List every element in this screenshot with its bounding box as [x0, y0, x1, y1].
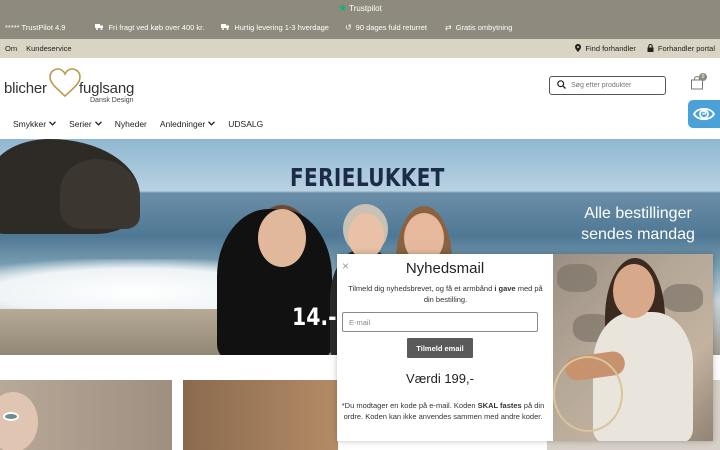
nav-item-nyheder[interactable]: Nyheder	[115, 119, 147, 129]
newsletter-popup: × Nyhedsmail Tilmeld dig nyhedsbrevet, o…	[337, 254, 713, 441]
product-tile[interactable]	[0, 380, 172, 450]
hero-side-text: Alle bestillinger sendes mandag	[581, 205, 695, 243]
usp-exchange: ⇄ Gratis ombytning	[445, 23, 512, 32]
find-dealer-label: Find forhandler	[585, 44, 636, 53]
logo-word-2: fuglsang	[79, 80, 135, 97]
usp-fast-delivery-label: Hurtig levering 1-3 hverdage	[234, 23, 329, 32]
popup-title: Nyhedsmail	[405, 260, 485, 277]
photo-background	[557, 264, 597, 292]
star-icon: ★	[338, 2, 348, 14]
nav-item-udsalg[interactable]: UDSALG	[228, 119, 263, 129]
bracelet-image	[553, 356, 623, 432]
accessibility-button[interactable]	[688, 100, 720, 128]
nav-label: Smykker	[13, 119, 47, 129]
nav-item-serier[interactable]: Serier	[69, 119, 102, 129]
heart-logo-icon	[49, 68, 81, 98]
photo-background	[663, 284, 703, 312]
usp-returns: ↺ 90 dages fuld returret	[345, 23, 427, 32]
hero-title: FERIELUKKET	[290, 163, 445, 192]
utility-bar: Om Kundeservice Find forhandler Forhandl…	[0, 39, 720, 58]
usp-rating: ***** TrustPilot 4.9	[5, 23, 65, 32]
nav-label: Serier	[69, 119, 92, 129]
usp-fast-delivery: Hurtig levering 1-3 hverdage	[221, 23, 329, 32]
return-icon: ↺	[344, 23, 352, 32]
gift-value: Værdi 199,-	[406, 371, 474, 386]
exchange-icon: ⇄	[444, 23, 452, 32]
search-icon	[557, 80, 566, 91]
newsletter-form: × Nyhedsmail Tilmeld dig nyhedsbrevet, o…	[337, 254, 553, 441]
nav-label: UDSALG	[228, 119, 264, 129]
popup-model-photo	[553, 254, 713, 441]
link-customer-service[interactable]: Kundeservice	[26, 44, 71, 53]
fine-print-bold: SKAL fastes	[477, 401, 522, 410]
popup-desc-bold: i gave	[494, 284, 516, 293]
chevron-down-icon	[208, 120, 216, 128]
delivery-truck-icon	[221, 23, 230, 32]
main-nav: Smykker Serier Nyheder Anledninger UDSAL…	[13, 119, 276, 129]
nav-label: Nyheder	[114, 119, 147, 129]
utility-right: Find forhandler Forhandler portal	[564, 43, 715, 54]
logo[interactable]: blicher fuglsang Dansk Design	[4, 66, 144, 108]
usp-returns-label: 90 dages fuld returret	[355, 23, 427, 32]
usp-free-shipping-label: Fri fragt ved køb over 400 kr.	[108, 23, 205, 32]
truck-icon	[95, 23, 104, 32]
logo-word-1: blicher	[4, 80, 47, 97]
trustpilot-label: Trustpilot	[349, 3, 382, 13]
usp-rating-label: ***** TrustPilot 4.9	[5, 23, 66, 32]
nav-label: Anledninger	[159, 119, 206, 129]
fine-print-text: *Du modtager en kode på e-mail. Koden	[341, 401, 478, 410]
subscribe-button[interactable]: Tilmeld email	[407, 338, 473, 358]
location-pin-icon	[575, 43, 582, 54]
nav-item-smykker[interactable]: Smykker	[13, 119, 57, 129]
usp-bar: ***** TrustPilot 4.9 Fri fragt ved køb o…	[0, 16, 720, 39]
dealer-portal-label: Forhandler portal	[657, 44, 715, 53]
utility-links: Om Kundeservice	[5, 44, 81, 53]
find-dealer-link[interactable]: Find forhandler	[575, 43, 636, 54]
cart-button[interactable]: 0	[690, 73, 707, 92]
chevron-down-icon	[49, 120, 57, 128]
product-image-detail	[3, 412, 19, 421]
chevron-down-icon	[94, 120, 102, 128]
usp-free-shipping: Fri fragt ved køb over 400 kr.	[95, 23, 204, 32]
product-tile[interactable]	[183, 380, 338, 450]
email-field[interactable]	[342, 312, 538, 332]
trustpilot-bar[interactable]: ★ Trustpilot	[0, 0, 720, 16]
search-box[interactable]	[549, 76, 666, 95]
product-image	[0, 392, 38, 450]
cart-count-badge: 0	[699, 73, 707, 81]
link-about[interactable]: Om	[5, 44, 17, 53]
search-input[interactable]	[571, 82, 661, 89]
lock-icon	[647, 43, 654, 54]
logo-tagline: Dansk Design	[90, 97, 134, 104]
popup-description: Tilmeld dig nyhedsbrevet, og få et armbå…	[343, 283, 548, 305]
model-face	[258, 209, 306, 267]
site-header: blicher fuglsang Dansk Design 0 Smykker …	[0, 58, 720, 139]
model-face	[613, 264, 655, 318]
popup-desc-text: Tilmeld dig nyhedsbrevet, og få et armbå…	[348, 284, 495, 293]
eye-icon	[693, 107, 715, 121]
popup-fine-print: *Du modtager en kode på e-mail. Koden SK…	[341, 400, 545, 422]
nav-item-anledninger[interactable]: Anledninger	[159, 119, 216, 129]
model-face	[348, 213, 384, 259]
dealer-portal-link[interactable]: Forhandler portal	[647, 43, 715, 54]
usp-exchange-label: Gratis ombytning	[455, 23, 513, 32]
